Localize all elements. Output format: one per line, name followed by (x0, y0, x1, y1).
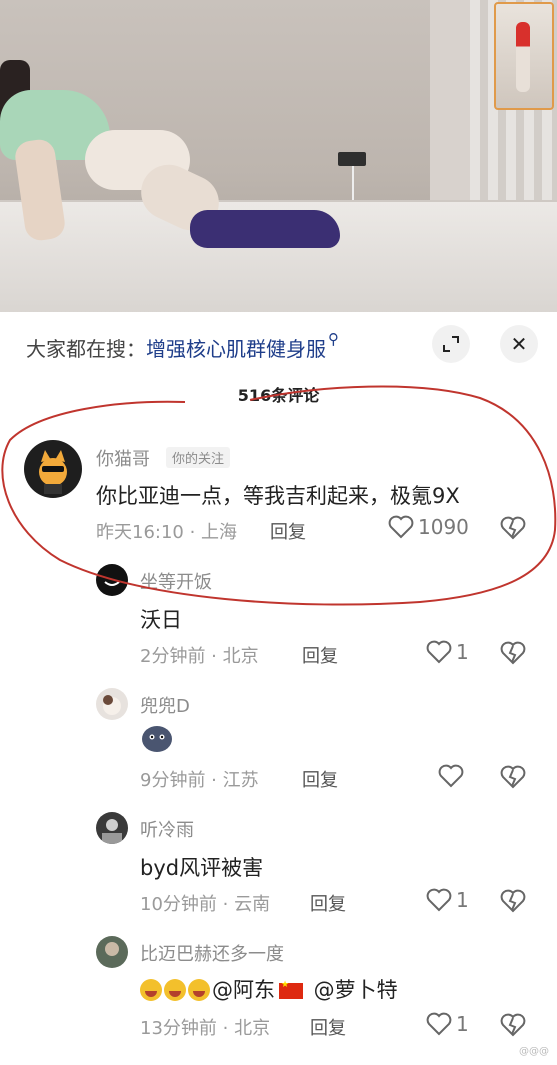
like-count: 1090 (418, 515, 469, 539)
avatar[interactable] (96, 688, 128, 720)
search-prefix: 大家都在搜： (26, 336, 146, 361)
comment-meta: 昨天16:10 · 上海 (96, 522, 238, 543)
like-count: 1 (456, 640, 469, 664)
comment-meta: 13分钟前 · 北京 (140, 1018, 271, 1039)
following-tag: 你的关注 (166, 447, 231, 468)
blob-emoji-icon (142, 726, 172, 752)
like-button[interactable] (438, 764, 464, 788)
close-button[interactable]: ✕ (500, 325, 538, 363)
username[interactable]: 比迈巴赫还多一度 (140, 940, 284, 966)
pip-figure (516, 22, 530, 92)
dislike-button[interactable] (500, 765, 526, 789)
sticker-emoji (140, 722, 174, 758)
reply-button[interactable]: 回复 (310, 890, 346, 916)
photo-avatar-icon (105, 942, 119, 956)
dislike-button[interactable] (500, 889, 526, 913)
like-button[interactable]: 1 (426, 888, 469, 912)
username[interactable]: 听冷雨 (140, 816, 194, 842)
mention-link[interactable]: @阿东 (212, 978, 275, 1002)
avatar[interactable] (96, 936, 128, 968)
comment-text: byd风评被害 (140, 856, 264, 880)
like-button[interactable]: 1 (426, 1012, 469, 1036)
cartoon-avatar-icon (103, 695, 121, 715)
username[interactable]: 坐等开饭 (140, 568, 212, 594)
avatar[interactable] (96, 564, 128, 596)
picture-in-picture-thumbnail[interactable] (494, 2, 554, 110)
photo-avatar-icon (102, 819, 122, 844)
reply-button[interactable]: 回复 (270, 518, 306, 544)
broken-heart-icon (500, 1013, 526, 1037)
laughing-emoji-icon (164, 979, 186, 1001)
laughing-emoji-icon (188, 979, 210, 1001)
comment-meta: 2分钟前 · 北京 (140, 646, 259, 667)
like-button[interactable]: 1 (426, 640, 469, 664)
cat-avatar-icon (39, 450, 67, 494)
heart-icon (426, 1012, 452, 1036)
dislike-button[interactable] (500, 1013, 526, 1037)
china-flag-icon (279, 980, 303, 999)
smile-avatar-icon (104, 581, 120, 586)
expand-icon (443, 336, 459, 352)
heart-icon (426, 888, 452, 912)
expand-button[interactable] (432, 325, 470, 363)
like-count: 1 (456, 1012, 469, 1036)
heart-icon (388, 515, 414, 539)
search-term-link[interactable]: 增强核心肌群健身服 (146, 333, 326, 362)
search-icon: ⚲ (328, 330, 339, 348)
username[interactable]: 你猫哥 (96, 445, 150, 471)
dislike-button[interactable] (500, 641, 526, 665)
comment-text: 沃日 (140, 608, 182, 632)
username[interactable]: 兜兜D (140, 692, 190, 718)
avatar[interactable] (96, 812, 128, 844)
dislike-button[interactable] (500, 516, 526, 540)
wall-outlet (338, 152, 366, 166)
close-icon: ✕ (510, 332, 528, 356)
laughing-emoji-icon (140, 979, 162, 1001)
video-player[interactable] (0, 0, 557, 312)
mention-link[interactable]: @萝卜特 (307, 978, 398, 1002)
comment-meta: 9分钟前 · 江苏 (140, 770, 259, 791)
person-sock (190, 210, 340, 248)
avatar[interactable] (24, 440, 82, 498)
heart-icon (438, 764, 464, 788)
comment-text: 你比亚迪一点，等我吉利起来，极氪9X (96, 484, 460, 508)
like-count: 1 (456, 888, 469, 912)
search-suggestion[interactable]: 大家都在搜： 增强核心肌群健身服 ⚲ (26, 330, 339, 364)
broken-heart-icon (500, 516, 526, 540)
comment-meta: 10分钟前 · 云南 (140, 894, 271, 915)
comment-count: 516条评论 (237, 386, 320, 405)
broken-heart-icon (500, 889, 526, 913)
heart-icon (426, 640, 452, 664)
broken-heart-icon (500, 765, 526, 789)
reply-button[interactable]: 回复 (310, 1014, 346, 1040)
broken-heart-icon (500, 641, 526, 665)
watermark: @@@ (519, 1046, 549, 1057)
like-button[interactable]: 1090 (388, 515, 469, 539)
comment-text: @阿东 @萝卜特 (140, 974, 398, 1004)
reply-button[interactable]: 回复 (302, 766, 338, 792)
reply-button[interactable]: 回复 (302, 642, 338, 668)
